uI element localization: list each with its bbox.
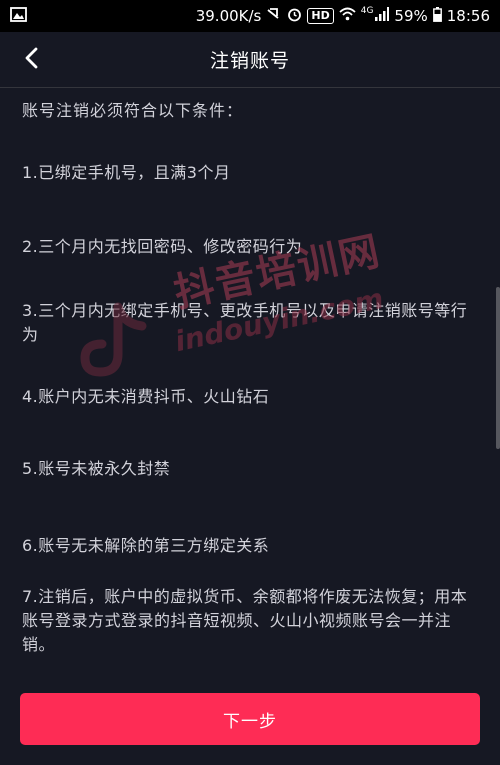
- battery-icon: [432, 6, 442, 26]
- condition-item-5: 5.账号未被永久封禁: [22, 459, 171, 478]
- conditions-content: 账号注销必须符合以下条件： 1.已绑定手机号，且满3个月 2.三个月内无找回密码…: [0, 89, 500, 667]
- condition-item-1: 1.已绑定手机号，且满3个月: [22, 163, 231, 182]
- network-type: 4G: [360, 6, 374, 16]
- condition-item-6: 6.账号无未解除的第三方绑定关系: [22, 536, 270, 555]
- clock: 18:56: [446, 7, 490, 25]
- status-bar: 39.00K/s HD 4G 59% 18:56: [0, 0, 500, 32]
- wifi-icon: [339, 7, 356, 25]
- image-icon: [10, 6, 27, 26]
- status-right: 39.00K/s HD 4G 59% 18:56: [195, 6, 490, 26]
- signal-icon: [374, 7, 390, 25]
- hd-badge: HD: [307, 8, 334, 24]
- next-step-button[interactable]: 下一步: [20, 693, 480, 745]
- network-speed: 39.00K/s: [195, 7, 262, 25]
- bottom-area: 下一步: [0, 667, 500, 765]
- condition-item-2: 2.三个月内无找回密码、修改密码行为: [22, 237, 303, 256]
- nav-bar: 注销账号: [0, 32, 500, 88]
- condition-item-3: 3.三个月内无绑定手机号、更改手机号以及申请注销账号等行为: [22, 301, 468, 344]
- battery-percent: 59%: [394, 7, 428, 25]
- condition-item-4: 4.账户内无未消费抖币、火山钻石: [22, 387, 270, 406]
- conditions-intro: 账号注销必须符合以下条件：: [22, 101, 244, 120]
- vibrate-icon: [266, 7, 282, 25]
- alarm-icon: [287, 7, 302, 26]
- status-left: [10, 6, 27, 26]
- back-button[interactable]: [16, 46, 46, 74]
- chevron-left-icon: [24, 47, 38, 73]
- scroll-indicator[interactable]: [496, 287, 500, 449]
- condition-item-7: 7.注销后，账户中的虚拟货币、余额都将作废无法恢复；用本账号登录方式登录的抖音短…: [22, 587, 468, 654]
- page-title: 注销账号: [209, 50, 290, 72]
